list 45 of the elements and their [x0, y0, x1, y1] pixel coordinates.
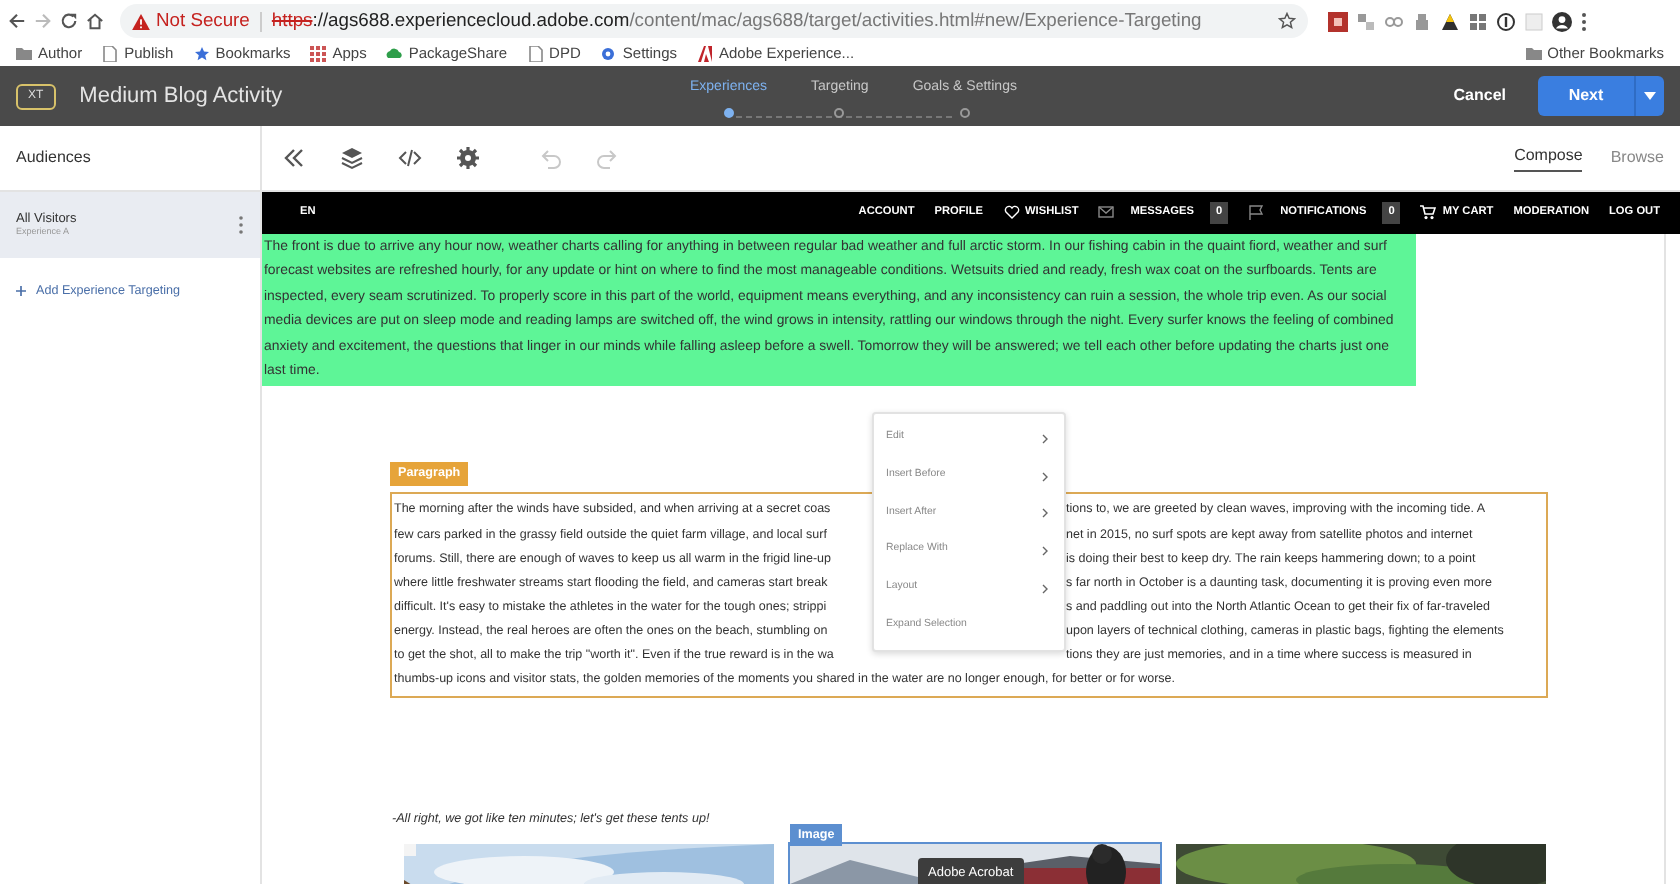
- settings-icon[interactable]: [456, 146, 480, 170]
- kebab-icon[interactable]: [238, 216, 244, 234]
- plus-icon: [16, 286, 26, 297]
- chevron-right-icon: [1042, 545, 1048, 556]
- extension-icon[interactable]: [1440, 11, 1460, 31]
- back-icon[interactable]: [8, 12, 26, 30]
- menu-icon[interactable]: [1580, 11, 1588, 31]
- collapse-icon[interactable]: [282, 146, 306, 170]
- apps-icon: [310, 46, 327, 62]
- cloud-icon: [386, 46, 403, 62]
- gear-icon: [600, 46, 617, 62]
- folder-icon: [16, 46, 32, 62]
- view-tab[interactable]: Compose: [1514, 144, 1583, 172]
- extension-icon[interactable]: [1496, 11, 1516, 31]
- panel-title: Audiences: [0, 126, 262, 190]
- profile-icon[interactable]: [1552, 11, 1572, 31]
- next-button[interactable]: Next: [1538, 76, 1634, 116]
- layers-icon[interactable]: [340, 146, 364, 170]
- flag-icon: [1248, 204, 1265, 221]
- reload-icon[interactable]: [60, 12, 78, 30]
- url-text: https://ags688.experiencecloud.adobe.com/content/mac/ags688/target/activities.html#new/Experience-Targeting: [271, 6, 1202, 35]
- code-icon[interactable]: [398, 146, 422, 170]
- warning-icon: [132, 13, 150, 29]
- home-icon[interactable]: [86, 12, 104, 30]
- address-bar[interactable]: Not Secure https://ags688.experiencecloud.adobe.com/content/mac/ags688/target/activities.html#new/Experience-Targeting: [120, 4, 1308, 38]
- caret-icon: [1644, 92, 1656, 100]
- folder-icon: [1525, 46, 1542, 62]
- heart-icon: [1003, 204, 1020, 221]
- chevron-right-icon: [1042, 508, 1048, 519]
- extension-icon[interactable]: [1328, 11, 1348, 31]
- chevron-right-icon: [1042, 433, 1048, 444]
- logo-icon: [697, 46, 713, 62]
- cancel-button[interactable]: Cancel: [1453, 84, 1506, 108]
- view-tab[interactable]: Browse: [1610, 144, 1664, 172]
- dropdown-button[interactable]: [1634, 76, 1664, 116]
- security-label: Not Secure: [156, 6, 250, 35]
- chevron-right-icon: [1042, 471, 1048, 481]
- activity-title: Medium Blog Activity: [79, 81, 283, 112]
- star-icon: [193, 46, 210, 62]
- mail-icon: [1098, 204, 1115, 221]
- star-icon[interactable]: [1278, 12, 1296, 30]
- page-icon: [527, 46, 544, 62]
- page-icon: [102, 46, 119, 62]
- cart-icon: [1420, 204, 1437, 221]
- chevron-right-icon: [1042, 583, 1048, 594]
